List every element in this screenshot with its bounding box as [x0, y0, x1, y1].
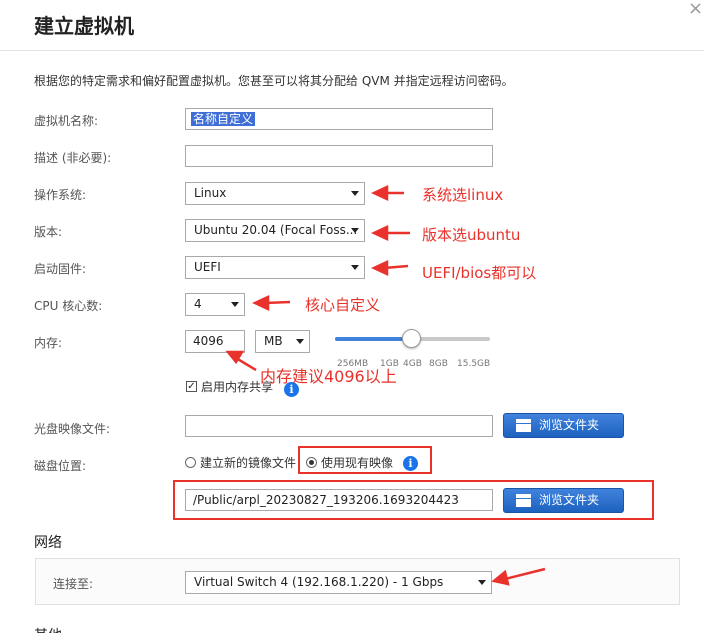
annotation-firmware: UEFI/bios都可以 — [422, 264, 537, 282]
annotation-cpu: 核心自定义 — [305, 296, 381, 314]
annotation-memory: 内存建议4096以上 — [260, 367, 397, 386]
annotation-os: 系统选linux — [422, 186, 504, 204]
annotation-version: 版本选ubuntu — [422, 226, 521, 244]
annotation-arrows — [225, 185, 546, 586]
